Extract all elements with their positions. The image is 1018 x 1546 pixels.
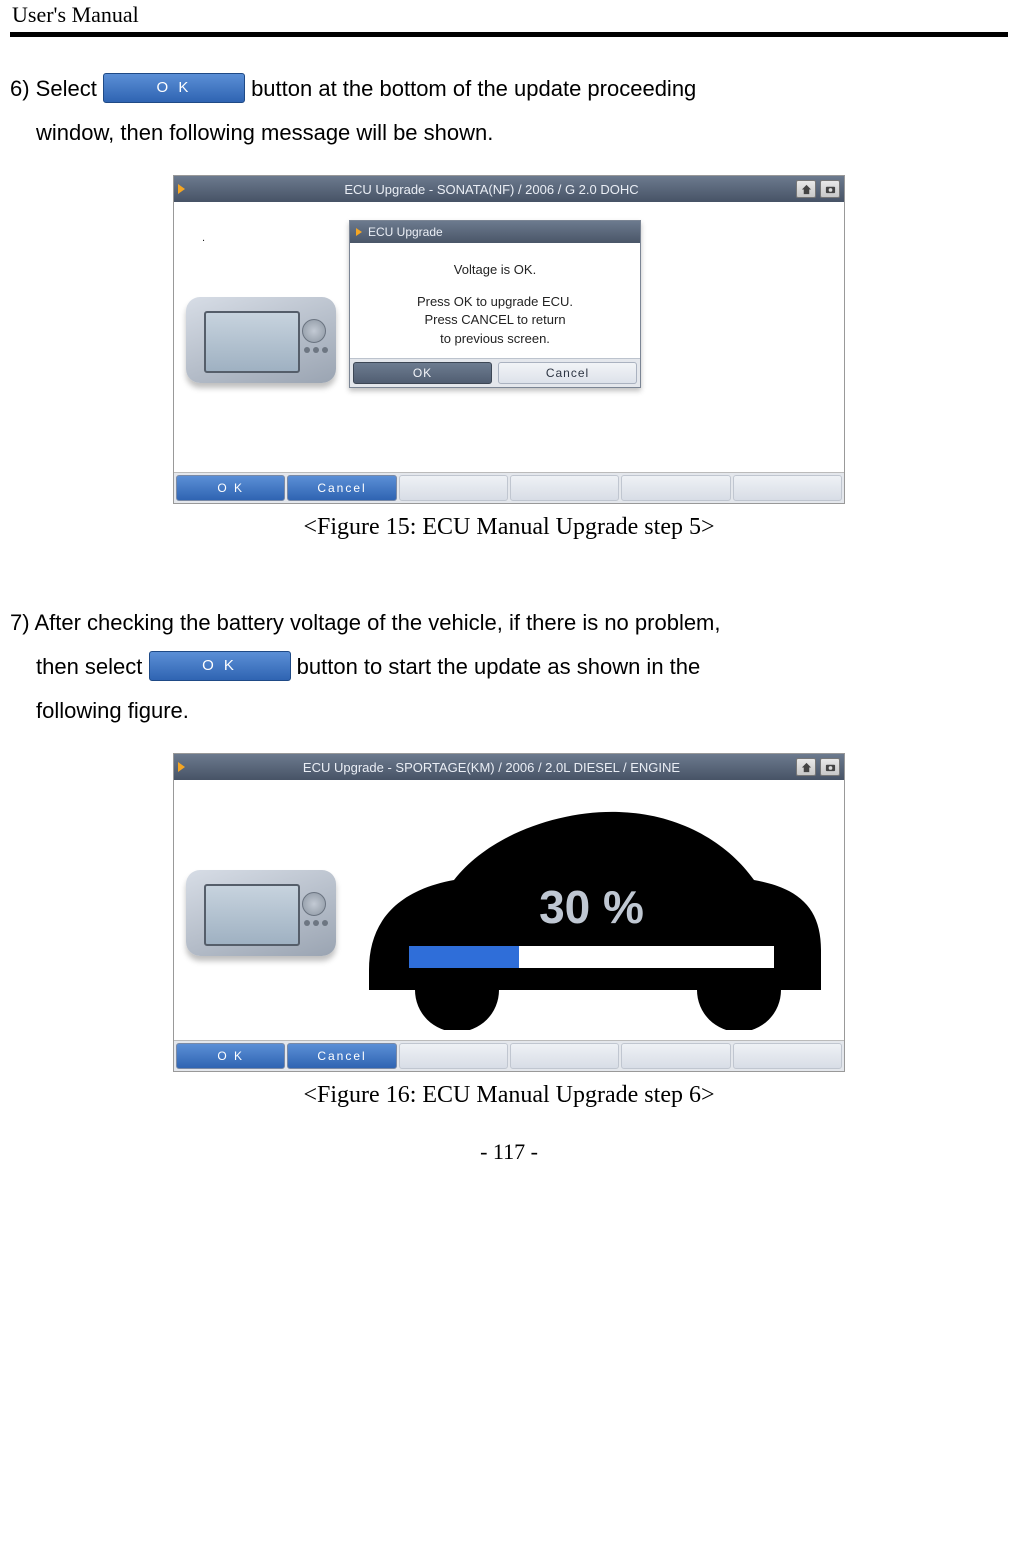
progress-track <box>409 946 774 968</box>
car-progress-graphic: 30 % <box>359 800 824 1030</box>
ok-button-inline: O K <box>149 651 291 681</box>
dialog-msg-line4: to previous screen. <box>358 330 632 348</box>
step6-text-prefix: 6) Select <box>10 76 103 101</box>
figure16-content: 30 % <box>174 780 844 1040</box>
home-icon[interactable] <box>796 180 816 198</box>
page-header: User's Manual <box>10 0 1008 32</box>
bottom-empty-button <box>621 475 730 501</box>
device-illustration <box>186 287 336 387</box>
bottom-empty-button <box>399 475 508 501</box>
step7-line2-wrap: then select O K button to start the upda… <box>10 645 1008 689</box>
figure15-content: . ECU Upgrade Voltage is OK. Press <box>174 202 844 472</box>
ok-button-inline: O K <box>103 73 245 103</box>
bottom-ok-button[interactable]: O K <box>176 475 285 501</box>
figure16-title-text: ECU Upgrade - SPORTAGE(KM) / 2006 / 2.0L… <box>191 760 792 775</box>
dialog-title: ECU Upgrade <box>368 225 443 239</box>
bottom-cancel-button[interactable]: Cancel <box>287 1043 396 1069</box>
header-divider <box>10 32 1008 37</box>
bottom-empty-button <box>621 1043 730 1069</box>
figure15-caption: <Figure 15: ECU Manual Upgrade step 5> <box>10 514 1008 541</box>
dialog-msg-line1: Voltage is OK. <box>358 261 632 279</box>
figure15-title-text: ECU Upgrade - SONATA(NF) / 2006 / G 2.0 … <box>191 182 792 197</box>
figure15-bottombar: O K Cancel <box>174 472 844 503</box>
step7-line2-after: button to start the update as shown in t… <box>297 654 701 679</box>
caret-icon <box>178 762 185 772</box>
step7-line3: following figure. <box>10 689 1008 733</box>
progress-percent-label: 30 % <box>359 880 824 934</box>
dialog-titlebar: ECU Upgrade <box>350 221 640 243</box>
step7-line1: 7) After checking the battery voltage of… <box>10 610 721 635</box>
figure16-caption: <Figure 16: ECU Manual Upgrade step 6> <box>10 1082 1008 1109</box>
dialog-msg-line2: Press OK to upgrade ECU. <box>358 293 632 311</box>
home-icon[interactable] <box>796 758 816 776</box>
bottom-empty-button <box>510 475 619 501</box>
dialog-body: Voltage is OK. Press OK to upgrade ECU. … <box>350 243 640 358</box>
bottom-empty-button <box>733 1043 842 1069</box>
figure16-titlebar: ECU Upgrade - SPORTAGE(KM) / 2006 / 2.0L… <box>174 754 844 780</box>
dialog-ok-button[interactable]: OK <box>353 362 492 384</box>
step7-line2-prefix: then select <box>36 654 149 679</box>
device-illustration <box>186 860 336 960</box>
bottom-cancel-button[interactable]: Cancel <box>287 475 396 501</box>
figure15-screenshot: ECU Upgrade - SONATA(NF) / 2006 / G 2.0 … <box>173 175 845 504</box>
step7-paragraph: 7) After checking the battery voltage of… <box>10 601 1008 733</box>
bottom-ok-button[interactable]: O K <box>176 1043 285 1069</box>
figure16-bottombar: O K Cancel <box>174 1040 844 1071</box>
figure-16: ECU Upgrade - SPORTAGE(KM) / 2006 / 2.0L… <box>10 753 1008 1072</box>
dialog-msg-line3: Press CANCEL to return <box>358 311 632 329</box>
camera-icon[interactable] <box>820 758 840 776</box>
figure15-titlebar: ECU Upgrade - SONATA(NF) / 2006 / G 2.0 … <box>174 176 844 202</box>
progress-fill <box>409 946 519 968</box>
figure16-screenshot: ECU Upgrade - SPORTAGE(KM) / 2006 / 2.0L… <box>173 753 845 1072</box>
bottom-empty-button <box>399 1043 508 1069</box>
caret-icon <box>356 228 362 236</box>
camera-icon[interactable] <box>820 180 840 198</box>
dialog-cancel-button[interactable]: Cancel <box>498 362 637 384</box>
step6-text-line2: window, then following message will be s… <box>10 111 1008 155</box>
bottom-empty-button <box>510 1043 619 1069</box>
ecu-upgrade-dialog: ECU Upgrade Voltage is OK. Press OK to u… <box>349 220 641 388</box>
dot-text: . <box>202 232 205 244</box>
bottom-empty-button <box>733 475 842 501</box>
dialog-buttons: OK Cancel <box>350 358 640 387</box>
caret-icon <box>178 184 185 194</box>
step6-text-after-ok: button at the bottom of the update proce… <box>251 76 696 101</box>
figure-15: ECU Upgrade - SONATA(NF) / 2006 / G 2.0 … <box>10 175 1008 504</box>
step6-paragraph: 6) Select O K button at the bottom of th… <box>10 67 1008 155</box>
page-number: - 117 - <box>10 1139 1008 1165</box>
